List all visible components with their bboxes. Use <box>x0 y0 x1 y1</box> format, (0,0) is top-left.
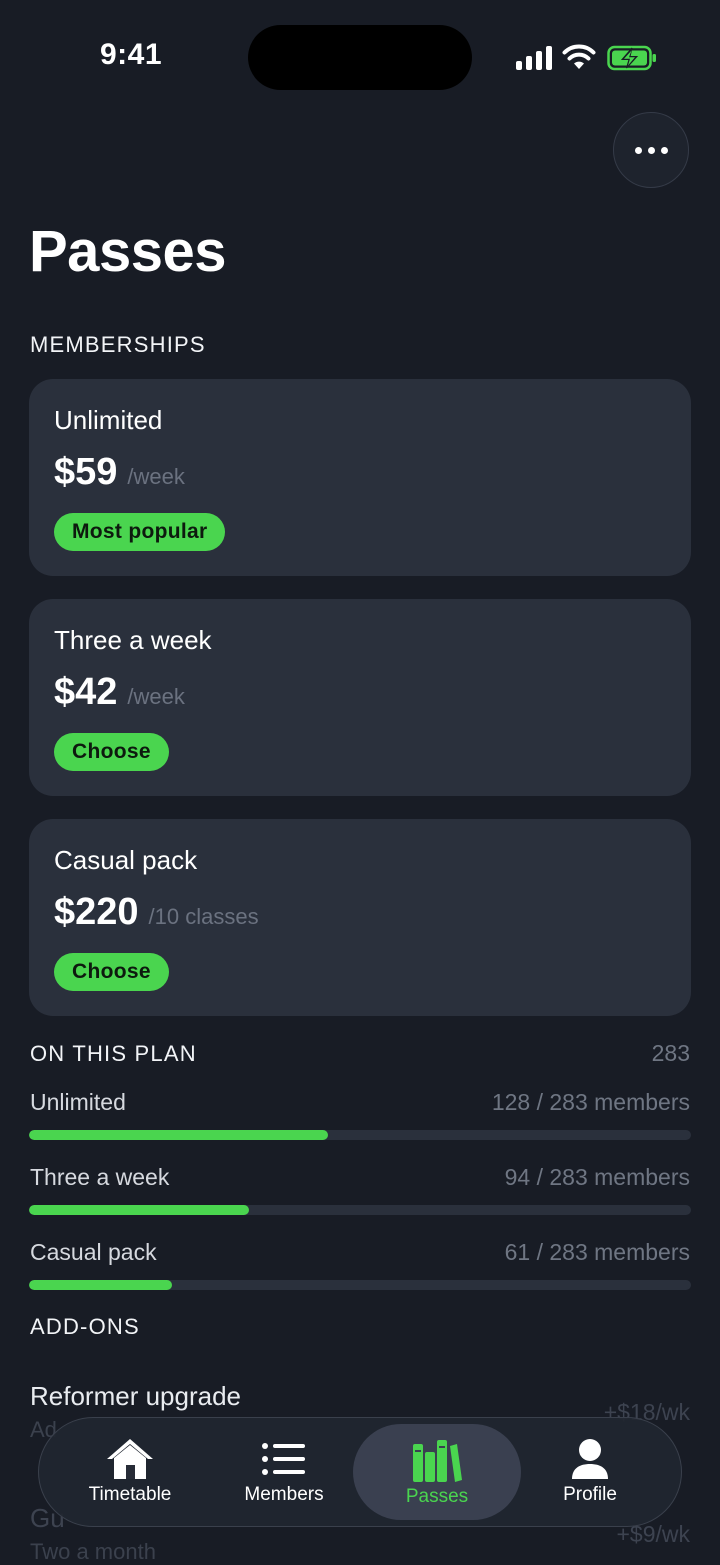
progress-track-three-a-week <box>29 1205 691 1215</box>
tab-label: Profile <box>563 1484 617 1505</box>
on-this-plan-heading: ON THIS PLAN <box>30 1041 197 1066</box>
person-icon <box>572 1439 608 1479</box>
more-dot-icon <box>647 146 655 154</box>
plan-card-casual-pack[interactable]: Casual pack $220 /10 classes Choose <box>29 819 691 1016</box>
house-icon <box>107 1439 153 1479</box>
plan-name: Casual pack <box>54 845 198 875</box>
list-icon <box>262 1443 305 1475</box>
tab-label: Members <box>244 1484 324 1505</box>
memberships-heading: MEMBERSHIPS <box>30 332 206 357</box>
tab-bar: Timetable Members Passes Profile <box>38 1417 682 1527</box>
addon-name[interactable]: Reformer upgrade <box>30 1381 241 1412</box>
plan-card-unlimited[interactable]: Unlimited $59 /week Most popular <box>29 379 691 576</box>
price-unit: /week <box>127 464 185 489</box>
plan-name: Three a week <box>54 625 212 655</box>
stat-label-casual-pack: Casual pack <box>30 1239 157 1265</box>
wifi-icon <box>562 44 596 69</box>
tab-profile[interactable]: Profile <box>506 1424 674 1520</box>
plan-card-three-a-week[interactable]: Three a week $42 /week Choose <box>29 599 691 796</box>
stat-label-unlimited: Unlimited <box>30 1089 126 1115</box>
cellular-signal-icon <box>516 46 552 70</box>
stat-count-casual-pack: 61 / 283 members <box>504 1239 690 1265</box>
plan-name: Unlimited <box>54 405 163 435</box>
dynamic-island <box>248 25 472 90</box>
price-unit: /10 classes <box>148 904 259 929</box>
stat-label-three-a-week: Three a week <box>30 1164 170 1190</box>
progress-track-casual-pack <box>29 1280 691 1290</box>
plan-price: $59 /week <box>54 451 185 494</box>
tab-label: Passes <box>405 1486 469 1507</box>
more-dot-icon <box>634 146 642 154</box>
price-value: $220 <box>54 891 139 933</box>
page-title: Passes <box>29 219 226 284</box>
plan-total-count: 283 <box>651 1040 690 1066</box>
price-unit: /week <box>127 684 185 709</box>
books-icon <box>413 1440 462 1482</box>
tab-label: Timetable <box>88 1484 172 1505</box>
most-popular-badge[interactable]: Most popular <box>54 513 226 551</box>
stat-count-unlimited: 128 / 283 members <box>491 1089 690 1115</box>
tab-members[interactable]: Members <box>200 1424 368 1520</box>
price-value: $59 <box>54 451 118 493</box>
more-dot-icon <box>660 146 668 154</box>
progress-fill-unlimited <box>29 1130 329 1140</box>
price-value: $42 <box>54 671 118 713</box>
tab-timetable[interactable]: Timetable <box>46 1424 214 1520</box>
more-options-button[interactable] <box>613 112 689 188</box>
battery-charging-icon <box>607 45 656 71</box>
progress-fill-casual-pack <box>29 1280 172 1290</box>
plan-price: $42 /week <box>54 671 185 714</box>
addon-description: Two a month <box>30 1539 156 1564</box>
progress-track-unlimited <box>29 1130 691 1140</box>
choose-button[interactable]: Choose <box>54 953 169 991</box>
add-ons-heading: ADD-ONS <box>30 1314 140 1339</box>
choose-button[interactable]: Choose <box>54 733 169 771</box>
progress-fill-three-a-week <box>29 1205 249 1215</box>
plan-price: $220 /10 classes <box>54 891 259 934</box>
status-time: 9:41 <box>100 38 163 71</box>
stat-count-three-a-week: 94 / 283 members <box>504 1164 690 1190</box>
tab-passes[interactable]: Passes <box>353 1424 521 1520</box>
